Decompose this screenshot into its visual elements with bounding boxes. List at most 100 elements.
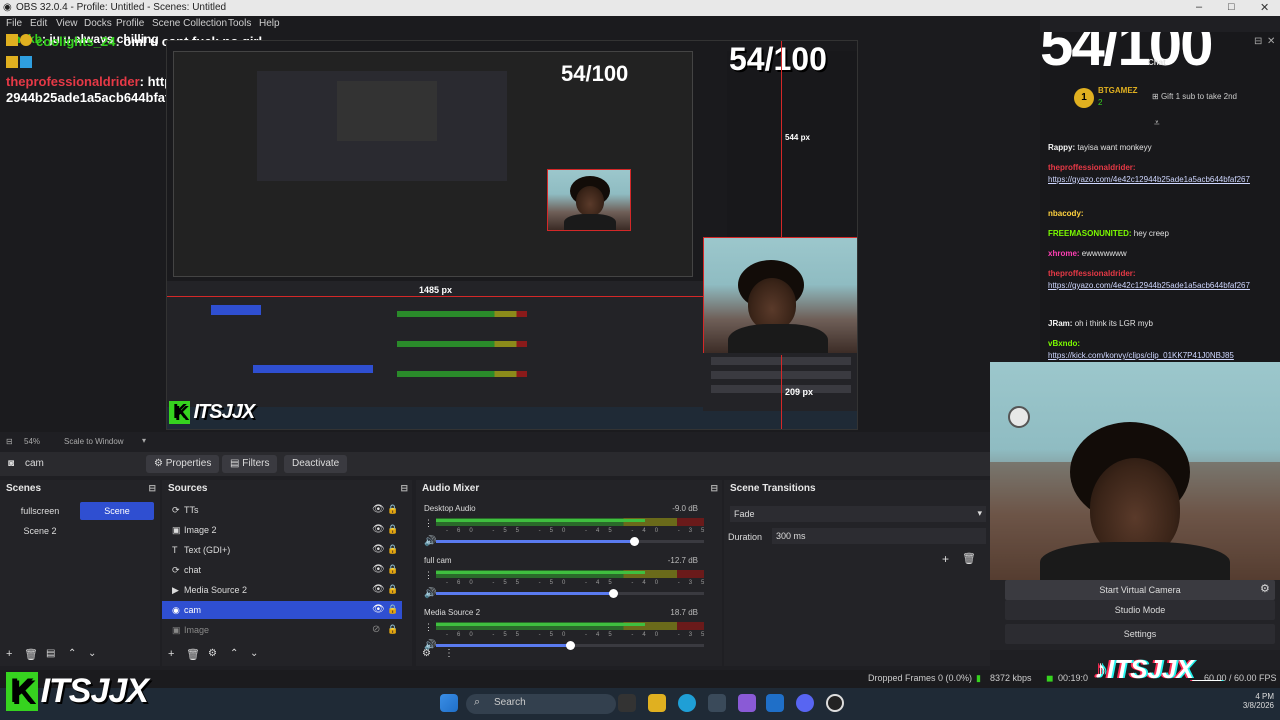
source-item[interactable]: ⟳ chat 👁 🔒 — [162, 561, 402, 579]
add-source-button[interactable]: + — [168, 648, 174, 660]
chat-username[interactable]: vBxndo: — [1048, 339, 1080, 348]
add-scene-button[interactable]: + — [6, 648, 12, 660]
transition-type-select[interactable]: Fade ▾ — [730, 506, 986, 522]
source-item-hidden[interactable]: ▣ Image ⊘ 🔒 — [162, 621, 402, 639]
move-scene-down-button[interactable]: ⌄ — [88, 648, 96, 659]
lock-icon[interactable]: 🔒 — [387, 504, 398, 515]
channel-menu-icon[interactable]: ⋮ — [424, 570, 433, 581]
chevron-down-icon[interactable]: ⩡ — [1154, 118, 1160, 129]
menu-scene-collection[interactable]: Scene Collection — [152, 18, 227, 29]
menu-docks[interactable]: Docks — [84, 18, 112, 29]
chat-username[interactable]: xhrome: — [1048, 249, 1080, 258]
properties-button[interactable]: ⚙ Properties — [146, 455, 220, 473]
visibility-icon[interactable]: 👁 — [372, 544, 385, 555]
popout-icon[interactable]: ⊟ — [148, 483, 156, 494]
volume-knob[interactable] — [630, 537, 640, 546]
lock-icon[interactable]: 🔒 — [387, 624, 398, 635]
minimize-button[interactable]: – — [1196, 1, 1202, 13]
visibility-off-icon[interactable]: ⊘ — [372, 624, 380, 635]
source-item[interactable]: ▣ Image 2 👁 🔒 — [162, 521, 402, 539]
file-explorer-icon[interactable] — [648, 694, 666, 712]
menu-tools[interactable]: Tools — [228, 18, 251, 29]
chat-username[interactable]: Rappy: — [1048, 143, 1075, 152]
close-button[interactable]: ✕ — [1260, 1, 1269, 14]
scene-item-scene[interactable]: Scene — [80, 502, 154, 520]
scene-config-button[interactable]: ▤ — [46, 648, 55, 659]
channel-menu-icon[interactable]: ⋮ — [424, 518, 433, 529]
close-icon[interactable]: ✕ — [1267, 36, 1275, 47]
studio-mode-button[interactable]: Studio Mode — [1005, 600, 1275, 620]
channel-menu-icon[interactable]: ⋮ — [424, 622, 433, 633]
app-icon[interactable] — [738, 694, 756, 712]
start-virtual-camera-button[interactable]: Start Virtual Camera — [1005, 580, 1275, 600]
chat-username[interactable]: theproffessionaldrider: — [1048, 163, 1136, 172]
speaker-icon[interactable]: 🔊 — [424, 536, 436, 547]
volume-knob[interactable] — [608, 589, 618, 598]
selected-cam-source[interactable] — [703, 237, 857, 355]
source-item[interactable]: ⟳ TTs 👁 🔒 — [162, 501, 402, 519]
menu-profile[interactable]: Profile — [116, 18, 144, 29]
task-view-icon[interactable] — [618, 694, 636, 712]
scene-item-fullscreen[interactable]: fullscreen — [8, 502, 72, 520]
preview-canvas[interactable]: 54/100 54/100 1485 px 209 px 544 px K IT… — [166, 40, 858, 430]
popout-icon[interactable]: ⊟ — [400, 483, 408, 494]
move-source-up-button[interactable]: ⌃ — [230, 648, 238, 659]
zoom-value[interactable]: 54% — [24, 437, 40, 446]
deactivate-button[interactable]: Deactivate — [284, 455, 348, 473]
lock-icon[interactable]: 🔒 — [387, 604, 398, 615]
remove-transition-button[interactable]: 🗑 — [962, 552, 976, 565]
speaker-icon[interactable]: 🔊 — [424, 588, 436, 599]
lock-icon[interactable]: 🔒 — [387, 544, 398, 555]
menu-edit[interactable]: Edit — [30, 18, 47, 29]
chat-username[interactable]: FREEMASONUNITED: — [1048, 229, 1132, 238]
gear-icon[interactable]: ⚙ — [208, 648, 217, 659]
move-scene-up-button[interactable]: ⌃ — [68, 648, 76, 659]
volume-knob[interactable] — [566, 641, 575, 650]
chat-link[interactable]: https://gyazo.com/4e42c12944b25ade1a5acb… — [1048, 174, 1273, 186]
store-icon[interactable] — [766, 694, 784, 712]
obs-icon[interactable] — [826, 694, 844, 712]
edge-icon[interactable] — [678, 694, 696, 712]
remove-source-button[interactable]: 🗑 — [186, 648, 200, 661]
visibility-icon[interactable]: 👁 — [372, 604, 385, 615]
visibility-icon[interactable]: 👁 — [372, 504, 385, 515]
windows-start-icon[interactable] — [440, 694, 458, 712]
menu-file[interactable]: File — [6, 18, 22, 29]
source-item-selected[interactable]: ◉ cam 👁 🔒 — [162, 601, 402, 619]
chat-link[interactable]: https://gyazo.com/4e42c12944b25ade1a5acb… — [1048, 280, 1273, 292]
move-source-down-button[interactable]: ⌄ — [250, 648, 258, 659]
duration-input[interactable]: 300 ms — [772, 528, 986, 544]
zoom-mode[interactable]: Scale to Window — [64, 437, 124, 446]
gear-icon[interactable]: ⚙ — [1260, 582, 1270, 595]
menu-view[interactable]: View — [56, 18, 78, 29]
visibility-icon[interactable]: 👁 — [372, 584, 385, 595]
chat-username[interactable]: nbacody: — [1048, 209, 1084, 218]
volume-slider[interactable] — [436, 589, 704, 598]
lock-icon[interactable]: 🔒 — [387, 524, 398, 535]
app-icon[interactable] — [708, 694, 726, 712]
filters-button[interactable]: ▤ Filters — [222, 455, 278, 473]
menu-help[interactable]: Help — [259, 18, 280, 29]
taskbar-search[interactable]: ⌕ Search — [466, 694, 616, 714]
remove-scene-button[interactable]: 🗑 — [24, 648, 38, 661]
scene-item-scene-2[interactable]: Scene 2 — [8, 522, 72, 540]
lock-icon[interactable]: 🔒 — [387, 584, 398, 595]
chat-username[interactable]: JRam: — [1048, 319, 1072, 328]
volume-slider[interactable] — [436, 641, 704, 650]
lock-icon[interactable]: 🔒 — [387, 564, 398, 575]
volume-slider[interactable] — [436, 537, 704, 546]
chevron-down-icon[interactable]: ▾ — [142, 436, 146, 445]
source-item[interactable]: ▶ Media Source 2 👁 🔒 — [162, 581, 402, 599]
maximize-button[interactable]: □ — [1228, 1, 1235, 13]
mixer-settings-button[interactable]: ⚙ — [422, 648, 431, 659]
add-transition-button[interactable]: + — [942, 552, 949, 566]
chat-username[interactable]: theproffessionaldrider: — [1048, 269, 1136, 278]
settings-button[interactable]: Settings — [1005, 624, 1275, 644]
popout-icon[interactable]: ⊟ — [710, 483, 718, 494]
visibility-icon[interactable]: 👁 — [372, 524, 385, 535]
discord-icon[interactable] — [796, 694, 814, 712]
mixer-menu-button[interactable]: ⋮ — [444, 648, 454, 659]
source-item[interactable]: T Text (GDI+) 👁 🔒 — [162, 541, 402, 559]
visibility-icon[interactable]: 👁 — [372, 564, 385, 575]
popout-icon[interactable]: ⊟ — [1254, 36, 1262, 47]
